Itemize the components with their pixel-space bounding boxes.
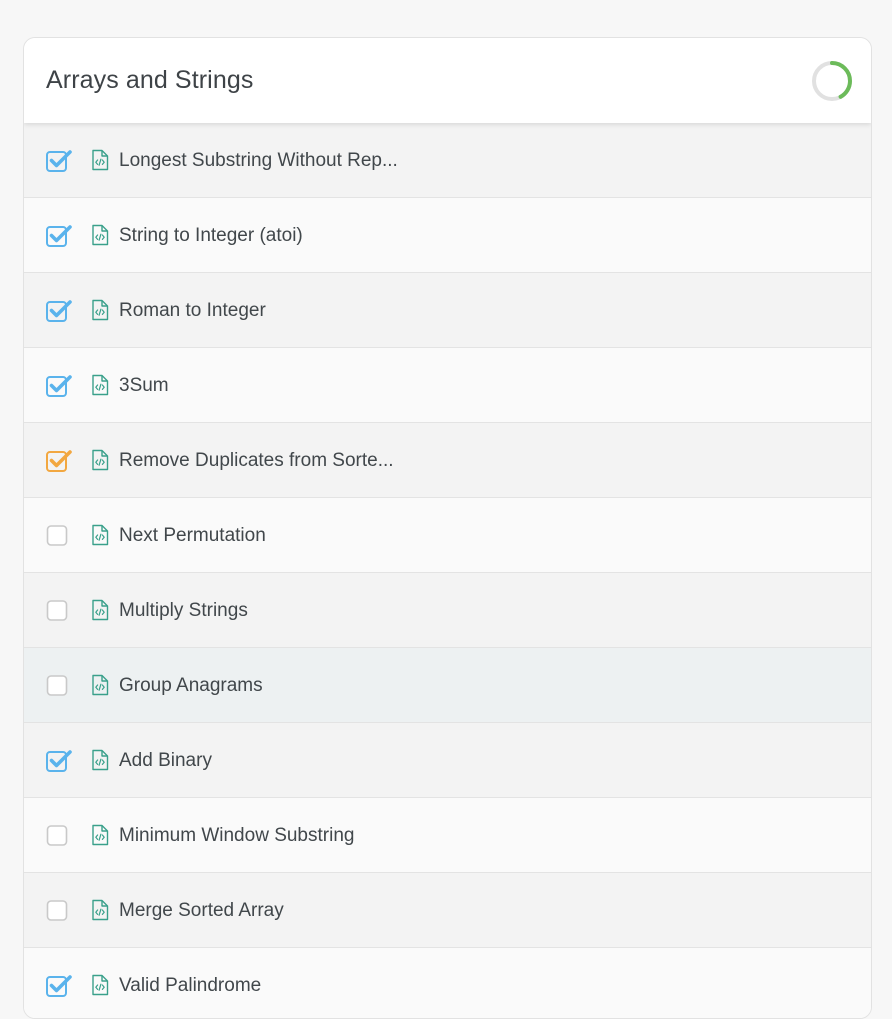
checked-checkbox-icon[interactable] — [46, 149, 72, 172]
checked-checkbox-icon[interactable] — [46, 374, 72, 397]
problem-list: Longest Substring Without Rep... String … — [24, 123, 871, 1018]
checked-checkbox-icon[interactable] — [46, 224, 72, 247]
list-item[interactable]: Next Permutation — [24, 498, 871, 573]
code-file-icon — [92, 374, 109, 396]
unchecked-checkbox-icon[interactable] — [46, 599, 68, 621]
problem-title: Valid Palindrome — [119, 975, 262, 996]
code-file-icon — [92, 749, 109, 771]
list-item[interactable]: Multiply Strings — [24, 573, 871, 648]
problem-title: String to Integer (atoi) — [119, 225, 303, 246]
code-file-icon — [92, 299, 109, 321]
list-item[interactable]: Remove Duplicates from Sorte... — [24, 423, 871, 498]
problem-title: Longest Substring Without Rep... — [119, 150, 398, 171]
problem-title: Minimum Window Substring — [119, 825, 355, 846]
list-item[interactable]: Longest Substring Without Rep... — [24, 123, 871, 198]
problem-title: Multiply Strings — [119, 600, 248, 621]
list-item[interactable]: Valid Palindrome — [24, 948, 871, 1018]
checked-checkbox-icon[interactable] — [46, 749, 72, 772]
unchecked-checkbox-icon[interactable] — [46, 674, 68, 696]
list-item[interactable]: Minimum Window Substring — [24, 798, 871, 873]
progress-ring-icon — [812, 61, 852, 101]
problem-title: Merge Sorted Array — [119, 900, 284, 921]
problem-title: 3Sum — [119, 375, 169, 396]
list-item[interactable]: Merge Sorted Array — [24, 873, 871, 948]
unchecked-checkbox-icon[interactable] — [46, 824, 68, 846]
code-file-icon — [92, 599, 109, 621]
list-item[interactable]: String to Integer (atoi) — [24, 198, 871, 273]
code-file-icon — [92, 149, 109, 171]
problem-title: Group Anagrams — [119, 675, 263, 696]
code-file-icon — [92, 224, 109, 246]
code-file-icon — [92, 674, 109, 696]
list-item[interactable]: Add Binary — [24, 723, 871, 798]
checked-checkbox-icon[interactable] — [46, 974, 72, 997]
code-file-icon — [92, 449, 109, 471]
section-header[interactable]: Arrays and Strings — [24, 38, 871, 123]
code-file-icon — [92, 524, 109, 546]
problem-title: Roman to Integer — [119, 300, 266, 321]
problem-title: Add Binary — [119, 750, 212, 771]
list-item[interactable]: 3Sum — [24, 348, 871, 423]
problem-section-card: Arrays and Strings Longest Substring Wit… — [23, 37, 872, 1019]
unchecked-checkbox-icon[interactable] — [46, 524, 68, 546]
in-progress-checkbox-icon[interactable] — [46, 449, 72, 472]
code-file-icon — [92, 824, 109, 846]
problem-title: Next Permutation — [119, 525, 266, 546]
checked-checkbox-icon[interactable] — [46, 299, 72, 322]
list-item[interactable]: Group Anagrams — [24, 648, 871, 723]
code-file-icon — [92, 899, 109, 921]
code-file-icon — [92, 974, 109, 996]
section-title: Arrays and Strings — [46, 66, 254, 94]
list-item[interactable]: Roman to Integer — [24, 273, 871, 348]
unchecked-checkbox-icon[interactable] — [46, 899, 68, 921]
problem-title: Remove Duplicates from Sorte... — [119, 450, 394, 471]
